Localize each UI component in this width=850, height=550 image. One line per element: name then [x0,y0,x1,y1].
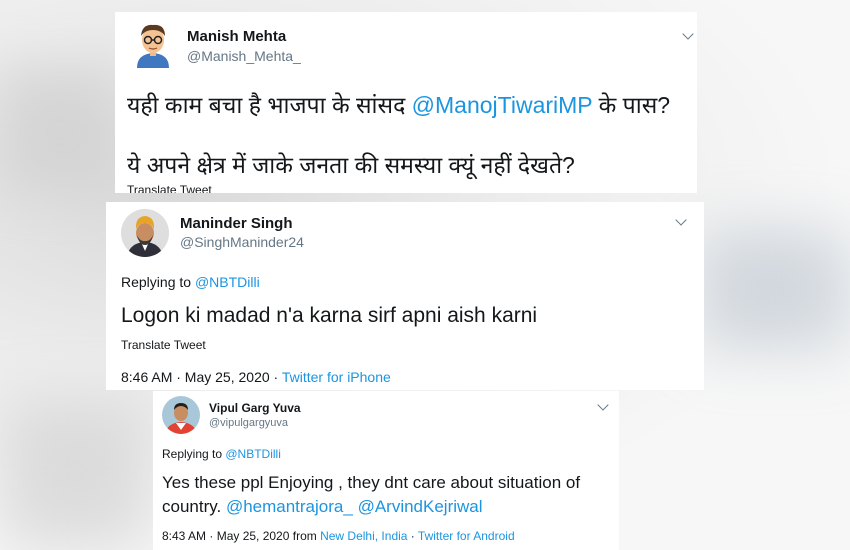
background-blur [700,230,850,350]
author-name[interactable]: Manish Mehta [187,28,286,45]
chevron-down-icon[interactable] [597,399,609,411]
author-handle[interactable]: @Manish_Mehta_ [187,48,301,64]
tweet-meta: 8:46 AM · May 25, 2020 · Twitter for iPh… [121,369,391,385]
mention-link[interactable]: @hemantrajora_ [226,497,353,516]
tweet-text: यही काम बचा है भाजपा के सांसद [127,92,412,118]
replying-to-label: Replying to [121,274,195,290]
tweet-text-line: यही काम बचा है भाजपा के सांसद @ManojTiwa… [127,88,670,120]
tweet-text-line: ये अपने क्षेत्र में जाके जनता की समस्या … [127,152,575,178]
mention-link[interactable]: @NBTDilli [225,447,281,461]
translate-tweet-link[interactable]: Translate Tweet [121,338,206,352]
tweet-text: country. [162,497,226,516]
replying-to: Replying to @NBTDilli [162,447,281,461]
chevron-down-icon[interactable] [682,28,694,40]
author-handle[interactable]: @SinghManinder24 [180,234,304,250]
replying-to: Replying to @NBTDilli [121,274,260,290]
source-link[interactable]: Twitter for iPhone [282,369,391,385]
tweet-card-manish: Manish Mehta @Manish_Mehta_ यही काम बचा … [115,12,697,193]
timestamp[interactable]: 8:46 AM · May 25, 2020 · [121,369,282,385]
timestamp[interactable]: 8:43 AM · May 25, 2020 from [162,529,320,543]
tweet-text-line: country. @hemantrajora_ @ArvindKejriwal [162,497,483,517]
tweet-text-line: Yes these ppl Enjoying , they dnt care a… [162,473,581,492]
mention-link[interactable]: @ArvindKejriwal [358,497,483,516]
mention-link[interactable]: @ManojTiwariMP [412,92,593,118]
avatar[interactable] [121,209,169,257]
avatar[interactable] [162,396,200,434]
author-handle[interactable]: @vipulgargyuva [209,417,288,429]
replying-to-label: Replying to [162,447,226,461]
background-blur [0,400,150,550]
translate-tweet-link[interactable]: Translate Tweet [127,183,212,193]
tweet-card-vipul: Vipul Garg Yuva @vipulgargyuva Replying … [153,391,619,550]
author-name[interactable]: Maninder Singh [180,215,293,232]
tweet-text: Logon ki madad n'a karna sirf apni aish … [121,304,538,327]
author-name[interactable]: Vipul Garg Yuva [209,401,301,415]
mention-link[interactable]: @NBTDilli [195,274,260,290]
background-blur [0,70,120,190]
tweet-meta: 8:43 AM · May 25, 2020 from New Delhi, I… [162,529,515,543]
separator: · [407,529,418,543]
location-link[interactable]: New Delhi, India [320,529,407,543]
chevron-down-icon[interactable] [675,214,687,226]
cartoon-avatar-icon[interactable] [133,20,173,68]
tweet-text: के पास? [592,92,671,118]
tweet-card-maninder: Maninder Singh @SinghManinder24 Replying… [106,202,704,390]
source-link[interactable]: Twitter for Android [418,529,515,543]
